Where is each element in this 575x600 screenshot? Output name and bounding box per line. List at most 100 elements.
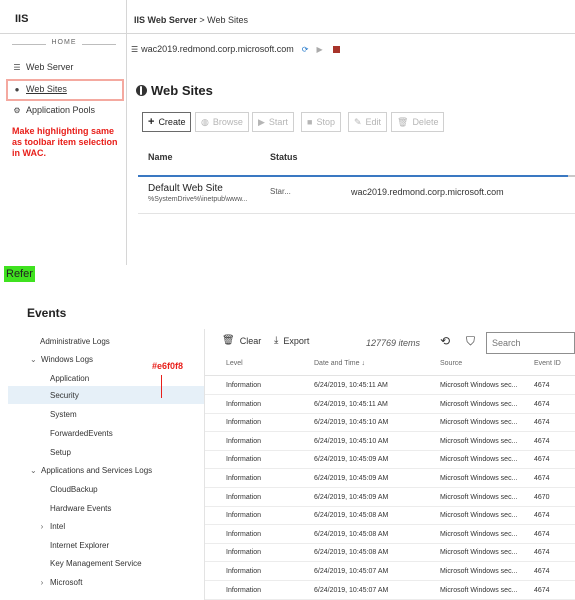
tree-item[interactable]: Hardware Events [50, 499, 111, 517]
chevron-down-icon[interactable]: ⌄ [30, 466, 37, 475]
tree-item[interactable]: Application [50, 369, 89, 387]
export-label: Export [283, 335, 310, 346]
site-name[interactable]: Default Web Site [148, 183, 223, 194]
cell-date: 6/24/2019, 10:45:09 AM [314, 456, 389, 464]
sort-down-icon: ↓ [361, 360, 365, 367]
chevron-right-icon[interactable]: › [39, 578, 45, 587]
cell-source: Microsoft Windows sec... [440, 493, 518, 501]
start-button[interactable]: ▶ Start [252, 112, 294, 132]
cell-event-id: 4674 [534, 586, 550, 594]
table-row[interactable]: Information 6/24/2019, 10:45:09 AM Microso… [205, 450, 575, 470]
chevron-down-icon[interactable]: ⌄ [30, 355, 37, 364]
cell-source: Microsoft Windows sec... [440, 437, 518, 445]
tree-item[interactable]: ForwardedEvents [50, 424, 113, 442]
stop-button[interactable]: ■ Stop [301, 112, 341, 132]
table-row[interactable]: Information 6/24/2019, 10:45:11 AM Microso… [205, 395, 575, 414]
cell-level: Information [226, 419, 262, 427]
tree-item-label: Intel [50, 521, 66, 531]
tree-item-label: Security [50, 390, 79, 400]
events-panel: Events Administrative Logs ⌄ Windows Log… [0, 297, 575, 600]
table-row[interactable]: Information 6/24/2019, 10:45:08 AM Microso… [205, 506, 575, 526]
tree-item[interactable]: CloudBackup [50, 480, 98, 498]
refresh-icon[interactable]: ⟳ [302, 45, 309, 54]
column-header-source[interactable]: Source [440, 360, 462, 367]
edit-label: Edit [365, 117, 382, 127]
cell-source: Microsoft Windows sec... [440, 530, 518, 538]
column-header-date[interactable]: Date and Time ↓ [314, 360, 365, 367]
tree-item-label: Hardware Events [50, 503, 112, 513]
site-binding: wac2019.redmond.corp.microsoft.com [351, 187, 504, 197]
row-divider [138, 213, 575, 214]
column-header-status[interactable]: Status [270, 152, 298, 162]
cell-date: 6/24/2019, 10:45:09 AM [314, 493, 389, 501]
globe-icon [136, 85, 147, 96]
browse-label: Browse [212, 117, 243, 127]
page-title-text: Web Sites [151, 83, 213, 98]
tree-item[interactable]: ⌄ Applications and Services Logs [30, 461, 152, 479]
home-section: HOME [10, 38, 118, 50]
export-button[interactable]: ⤓ Export [274, 335, 309, 346]
cell-event-id: 4674 [534, 512, 550, 520]
tree-item[interactable]: Key Management Service [50, 554, 142, 572]
clear-button[interactable]: 🗑 Clear [222, 335, 261, 346]
edit-button[interactable]: ✎ Edit [348, 112, 388, 132]
tree-item[interactable]: › Intel [39, 517, 65, 535]
tree-item[interactable]: System [50, 405, 77, 423]
sidebar-item-application-pools[interactable]: ⚙ Application Pools [12, 102, 95, 118]
delete-button[interactable]: 🗑 Delete [391, 112, 445, 132]
sidebar-item-web-server[interactable]: ☰ Web Server [12, 59, 73, 75]
cell-source: Microsoft Windows sec... [440, 512, 518, 520]
site-path: %SystemDrive%\inetpub\www... [148, 196, 248, 203]
cell-event-id: 4674 [534, 419, 550, 427]
cell-source: Microsoft Windows sec... [440, 400, 518, 408]
sidebar-item-label: Web Sites [26, 84, 67, 94]
column-header-name[interactable]: Name [148, 152, 173, 162]
table-row[interactable]: Information 6/24/2019, 10:45:07 AM Microso… [205, 562, 575, 581]
table-row[interactable]: Information 6/24/2019, 10:45:09 AM Microso… [205, 488, 575, 507]
table-row[interactable]: Information 6/24/2019, 10:45:08 AM Microso… [205, 543, 575, 563]
create-button[interactable]: + Create [142, 112, 192, 132]
breadcrumb-root[interactable]: IIS Web Server [134, 15, 197, 25]
tree-item[interactable]: ⌄ Windows Logs [30, 350, 93, 368]
cell-level: Information [226, 400, 262, 408]
cell-level: Information [226, 549, 262, 557]
cell-source: Microsoft Windows sec... [440, 419, 518, 427]
tree-item[interactable]: › Microsoft [39, 573, 83, 591]
play-icon[interactable]: ▶ [316, 45, 322, 54]
table-row[interactable]: Information 6/24/2019, 10:45:11 AM Microso… [205, 376, 575, 395]
cell-event-id: 4674 [534, 475, 550, 482]
download-icon: ⤓ [274, 335, 279, 346]
table-row[interactable]: Information 6/24/2019, 10:45:07 AM Microso… [205, 581, 575, 600]
refresh-icon[interactable]: ⟲ [440, 334, 450, 348]
tree-item-label: ForwardedEvents [50, 428, 113, 438]
cell-date: 6/24/2019, 10:45:07 AM [314, 568, 389, 575]
chevron-right-icon[interactable]: › [39, 522, 45, 531]
tree-item-label: Internet Explorer [50, 540, 110, 550]
tree-item-selected[interactable]: Security [50, 386, 79, 404]
table-row[interactable]: Information 6/24/2019, 10:45:08 AM Microso… [205, 525, 575, 544]
stop-icon[interactable] [332, 45, 340, 53]
table-row[interactable]: Information 6/24/2019, 10:45:10 AM Microso… [205, 413, 575, 433]
tree-item[interactable]: Setup [50, 443, 71, 461]
browse-button[interactable]: ◍ Browse [195, 112, 249, 132]
sidebar-item-label: Web Server [26, 62, 74, 72]
header-divider [0, 33, 575, 34]
events-title: Events [27, 306, 67, 320]
filter-icon[interactable]: ⛉ [466, 334, 475, 349]
cell-event-id: 4674 [534, 549, 550, 557]
play-icon: ▶ [258, 116, 265, 127]
sidebar-item-web-sites[interactable]: ● Web Sites [12, 81, 67, 97]
search-input[interactable] [486, 332, 575, 354]
cell-level: Information [226, 382, 262, 389]
tree-item[interactable]: Administrative Logs [40, 332, 110, 350]
table-row[interactable]: Information 6/24/2019, 10:45:09 AM Microso… [205, 469, 575, 488]
tree-item-label: Setup [50, 447, 71, 457]
tree-item[interactable]: Internet Explorer [50, 536, 109, 554]
table-row[interactable]: Information 6/24/2019, 10:45:10 AM Microso… [205, 432, 575, 451]
globe-icon: ◍ [201, 116, 209, 127]
column-header-event-id[interactable]: Event ID [534, 360, 561, 367]
cell-date: 6/24/2019, 10:45:10 AM [314, 437, 389, 445]
tree-item-label: Applications and Services Logs [41, 465, 153, 475]
column-header-level[interactable]: Level [226, 360, 243, 367]
item-count: 127769 items [366, 338, 421, 348]
